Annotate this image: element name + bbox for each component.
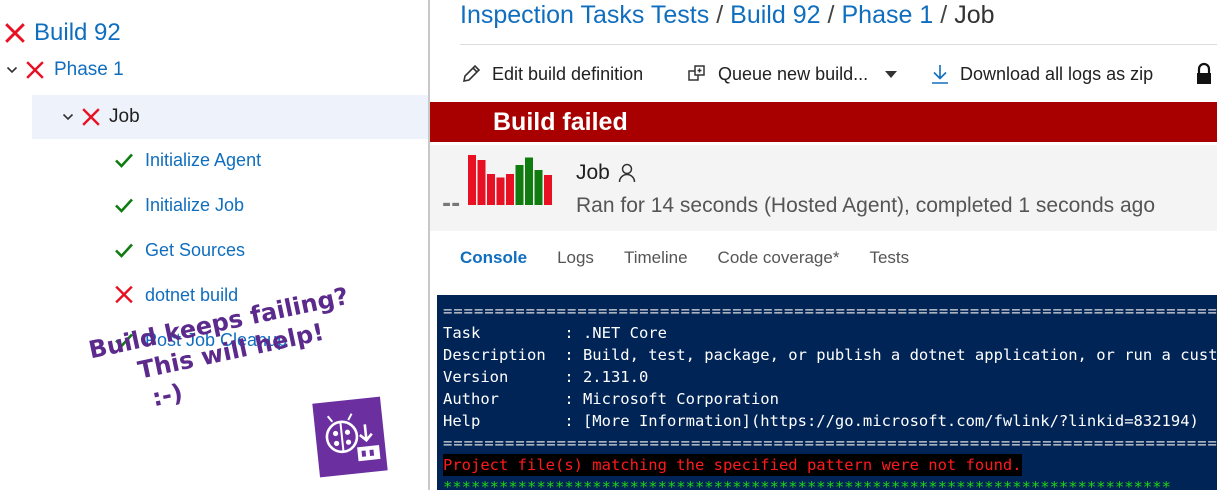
agent-user-icon bbox=[618, 163, 636, 183]
tab-tests[interactable]: Tests bbox=[869, 248, 909, 270]
job-history-bar-failed[interactable] bbox=[487, 174, 495, 205]
tree-step-label: Get Sources bbox=[145, 239, 246, 260]
console-line: Version : 2.131.0 bbox=[443, 368, 649, 386]
tree-step-item[interactable]: dotnet build bbox=[114, 282, 238, 308]
job-history-bar-failed[interactable] bbox=[468, 155, 476, 205]
job-history-bar-failed[interactable] bbox=[506, 174, 514, 205]
breadcrumb-link-definition[interactable]: Inspection Tasks Tests bbox=[460, 1, 709, 33]
console-error-line: Project file(s) matching the specified p… bbox=[443, 454, 1022, 476]
tab-code-coverage[interactable]: Code coverage* bbox=[718, 248, 840, 270]
breadcrumb-divider bbox=[460, 44, 1217, 45]
console-line: Task : .NET Core bbox=[443, 324, 667, 342]
tree-step-label: dotnet build bbox=[145, 284, 239, 305]
tree-item-phase-label: Phase 1 bbox=[54, 59, 124, 80]
log-tabs: Console Logs Timeline Code coverage* Tes… bbox=[460, 248, 939, 270]
tab-timeline[interactable]: Timeline bbox=[624, 248, 688, 270]
lock-icon[interactable] bbox=[1194, 62, 1214, 86]
job-history-bar-failed[interactable] bbox=[477, 160, 486, 205]
pencil-icon bbox=[462, 64, 481, 83]
breadcrumb-current: Job bbox=[954, 1, 995, 29]
download-all-logs-label: Download all logs as zip bbox=[960, 63, 1154, 84]
succeeded-check-icon bbox=[115, 198, 133, 213]
job-title: Job bbox=[576, 161, 636, 185]
failed-x-icon bbox=[26, 61, 44, 79]
succeeded-check-icon bbox=[115, 153, 133, 168]
job-history-placeholder: -- bbox=[442, 192, 460, 211]
breadcrumb-link-phase[interactable]: Phase 1 bbox=[841, 1, 933, 33]
tree-step-label: Initialize Job bbox=[145, 194, 245, 215]
edit-build-definition-label: Edit build definition bbox=[492, 63, 644, 84]
breadcrumb-separator: / bbox=[827, 1, 835, 29]
tree-step-item[interactable]: Initialize Agent bbox=[114, 147, 261, 173]
console-line: Description : Build, test, package, or p… bbox=[443, 346, 1217, 364]
console-separator-line: ========================================… bbox=[443, 434, 1217, 452]
tree-item-job-label: Job bbox=[109, 106, 140, 127]
failed-x-icon bbox=[115, 286, 133, 304]
breadcrumb-separator: / bbox=[940, 1, 948, 29]
download-all-logs-button[interactable]: Download all logs as zip bbox=[930, 63, 1153, 85]
promo-caption: Build keeps failing? This will help! :-) bbox=[86, 282, 351, 486]
console-separator-line: ========================================… bbox=[443, 302, 1217, 320]
breadcrumb-link-build[interactable]: Build 92 bbox=[730, 1, 820, 33]
tab-console[interactable]: Console bbox=[460, 248, 527, 270]
job-history-bar-failed[interactable] bbox=[544, 175, 552, 205]
console-output[interactable]: ========================================… bbox=[437, 295, 1217, 490]
job-history-chart: -- bbox=[442, 155, 552, 211]
job-history-bar-succeeded[interactable] bbox=[534, 170, 543, 205]
breadcrumb-separator: / bbox=[716, 1, 724, 29]
failed-x-icon bbox=[5, 23, 25, 43]
job-history-bar-failed[interactable] bbox=[496, 177, 505, 206]
download-icon bbox=[932, 65, 948, 84]
queue-new-build-button[interactable]: Queue new build... bbox=[686, 63, 868, 85]
tree-item-job-selected[interactable]: Job bbox=[32, 95, 428, 139]
queue-build-icon bbox=[688, 65, 705, 81]
job-summary-header: -- Job Ran for 14 seconds (Hosted Agent)… bbox=[430, 145, 1217, 231]
build-status-text: Build failed bbox=[493, 108, 628, 136]
tree-item-phase[interactable]: Phase 1 bbox=[6, 58, 124, 82]
tree-step-item[interactable]: Get Sources bbox=[114, 237, 245, 263]
console-line: Author : Microsoft Corporation bbox=[443, 390, 779, 408]
succeeded-check-icon bbox=[115, 243, 133, 258]
chevron-down-icon[interactable] bbox=[6, 64, 18, 76]
tree-item-build-label: Build 92 bbox=[34, 19, 121, 46]
build-status-banner: Build failed bbox=[430, 102, 1217, 142]
queue-new-build-label: Queue new build... bbox=[718, 63, 869, 84]
tree-step-item[interactable]: Initialize Job bbox=[114, 192, 244, 218]
breadcrumb: Inspection Tasks Tests / Build 92 / Phas… bbox=[460, 1, 995, 33]
caret-down-icon[interactable] bbox=[884, 70, 898, 80]
job-title-text: Job bbox=[576, 161, 610, 184]
ladybug-build-logo-icon bbox=[312, 396, 388, 478]
tree-step-label: Initialize Agent bbox=[145, 149, 262, 170]
job-history-bar-succeeded[interactable] bbox=[515, 165, 524, 205]
build-tree-panel: Build 92 Phase 1 Job Initialize Agent In… bbox=[0, 0, 428, 490]
job-run-summary: Ran for 14 seconds (Hosted Agent), compl… bbox=[576, 194, 1156, 217]
build-details-pane: Inspection Tasks Tests / Build 92 / Phas… bbox=[430, 0, 1217, 490]
tab-logs[interactable]: Logs bbox=[557, 248, 594, 270]
edit-build-definition-button[interactable]: Edit build definition bbox=[460, 63, 643, 85]
failed-x-icon bbox=[82, 108, 100, 126]
chevron-down-icon[interactable] bbox=[62, 111, 74, 123]
console-line: Help : [More Information](https://go.mic… bbox=[443, 412, 1199, 430]
job-history-bar-succeeded[interactable] bbox=[525, 157, 533, 206]
console-stars-line: ****************************************… bbox=[443, 478, 1171, 490]
tree-item-build[interactable]: Build 92 bbox=[5, 18, 121, 48]
